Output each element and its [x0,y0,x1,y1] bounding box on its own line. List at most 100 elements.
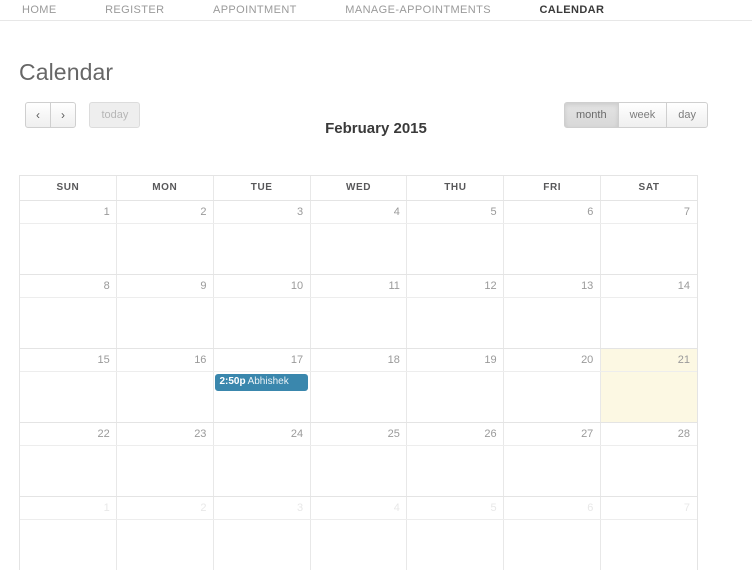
day-number-row: 22 23 24 25 26 27 28 [20,422,697,445]
day-number[interactable]: 9 [117,275,214,297]
day-event-slot[interactable] [600,445,698,496]
day-event-slot[interactable] [600,371,698,422]
day-number[interactable]: 19 [407,349,504,371]
day-event-slot[interactable] [310,445,407,496]
next-month-button[interactable]: › [50,102,76,128]
day-number[interactable]: 24 [213,423,310,445]
day-number[interactable]: 16 [117,349,214,371]
today-button[interactable]: today [89,102,141,128]
day-event-slot[interactable] [20,445,117,496]
day-event-slot[interactable] [116,223,214,274]
day-event-slot[interactable] [406,223,504,274]
day-number[interactable]: 1 [20,201,117,223]
day-event-slot[interactable] [20,371,117,422]
week-row: 1234567 [20,201,698,274]
day-event-slot[interactable] [406,519,504,570]
week-rows-container: 1 2 3 4 5 6 7 8 9 10 11 12 13 14 15 16 17 18 19 20 21 2:50p Ab… [20,201,698,570]
day-event-slot[interactable] [600,519,698,570]
day-event-slot[interactable] [116,445,214,496]
day-number[interactable]: 6 [504,201,601,223]
day-number[interactable]: 1 [20,497,117,519]
day-number[interactable]: 3 [213,201,310,223]
day-event-slot[interactable] [503,371,601,422]
day-event-slot[interactable] [310,371,407,422]
day-event-slot[interactable] [406,445,504,496]
day-event-slot[interactable] [600,297,698,348]
nav-link-home[interactable]: HOME [22,0,57,20]
day-event-slot[interactable] [20,297,117,348]
day-number[interactable]: 5 [407,201,504,223]
day-number[interactable]: 27 [504,423,601,445]
week-content: 22 23 24 25 26 27 28 [20,422,698,496]
day-number-row: 8 9 10 11 12 13 14 [20,274,697,297]
day-number[interactable]: 22 [20,423,117,445]
day-event-slot[interactable] [213,297,311,348]
day-event-slot[interactable] [213,445,311,496]
day-event-slot[interactable] [310,519,407,570]
toolbar-right-group: month week day [563,102,708,128]
day-event-row [20,223,698,274]
view-switcher-group: month week day [563,102,708,128]
day-event-slot[interactable] [406,371,504,422]
day-number[interactable]: 3 [213,497,310,519]
day-event-slot[interactable] [503,445,601,496]
view-button-month[interactable]: month [563,102,619,128]
prev-next-button-group: ‹ › [25,102,76,128]
week-row: 1234567 [20,496,698,570]
day-number[interactable]: 12 [407,275,504,297]
day-number[interactable]: 2 [117,497,214,519]
day-number[interactable]: 14 [600,275,697,297]
nav-link-manage-appointments[interactable]: MANAGE-APPOINTMENTS [345,0,491,20]
day-event-slot[interactable] [503,519,601,570]
nav-link-calendar[interactable]: CALENDAR [539,0,604,20]
day-number[interactable]: 28 [600,423,697,445]
day-event-slot[interactable] [213,519,311,570]
weekday-header-tue: TUE [212,176,310,200]
day-number[interactable]: 4 [310,497,407,519]
day-number[interactable]: 10 [213,275,310,297]
day-number[interactable]: 11 [310,275,407,297]
day-event-slot[interactable] [20,519,117,570]
nav-link-appointment[interactable]: APPOINTMENT [213,0,297,20]
day-number[interactable]: 6 [504,497,601,519]
day-event-slot[interactable] [600,223,698,274]
prev-month-button[interactable]: ‹ [25,102,51,128]
day-event-slot[interactable] [116,297,214,348]
weekday-header-row: SUN MON TUE WED THU FRI SAT [20,176,697,201]
day-number[interactable]: 25 [310,423,407,445]
day-number[interactable]: 13 [504,275,601,297]
view-button-week[interactable]: week [617,102,668,128]
day-number[interactable]: 26 [407,423,504,445]
day-event-slot[interactable] [213,223,311,274]
week-content: 1234567 [20,496,698,570]
day-number[interactable]: 21 [600,349,697,371]
calendar-event[interactable]: 2:50p Abhishek [215,374,309,391]
day-number[interactable]: 2 [117,201,214,223]
day-number[interactable]: 20 [504,349,601,371]
day-number[interactable]: 17 [213,349,310,371]
nav-link-register[interactable]: REGISTER [105,0,164,20]
day-number[interactable]: 7 [600,497,697,519]
day-number[interactable]: 18 [310,349,407,371]
day-event-slot[interactable] [406,297,504,348]
calendar-toolbar: ‹ › today February 2015 month week day [0,102,752,142]
day-event-slot[interactable] [116,519,214,570]
day-number[interactable]: 7 [600,201,697,223]
day-number[interactable]: 15 [20,349,117,371]
week-content: 1234567 [20,201,698,274]
day-number[interactable]: 5 [407,497,504,519]
view-button-day[interactable]: day [666,102,708,128]
day-event-slot[interactable] [310,223,407,274]
month-grid: SUN MON TUE WED THU FRI SAT 1 2 3 4 5 6 7 8 9 10 1… [19,175,698,570]
day-event-slot[interactable] [503,297,601,348]
day-event-slot[interactable]: 2:50p Abhishek [213,371,311,422]
day-number[interactable]: 23 [117,423,214,445]
week-content: 8 9 10 11 12 13 14 [20,274,698,348]
day-number-row: 1234567 [20,496,697,519]
day-event-slot[interactable] [503,223,601,274]
day-number[interactable]: 4 [310,201,407,223]
day-event-slot[interactable] [20,223,117,274]
day-number[interactable]: 8 [20,275,117,297]
day-event-slot[interactable] [310,297,407,348]
day-event-slot[interactable] [116,371,214,422]
